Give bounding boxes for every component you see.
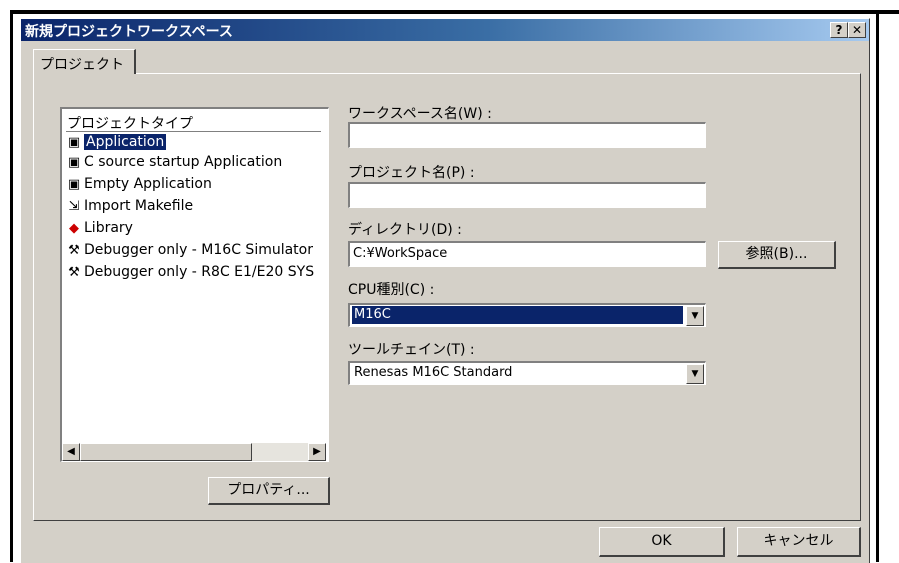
window-title: 新規プロジェクトワークスペース xyxy=(25,24,233,40)
list-item-label: C source startup Application xyxy=(84,154,283,170)
outer-frame-right xyxy=(876,10,879,562)
project-type-header: プロジェクトタイプ xyxy=(67,116,193,132)
application-icon: ▣ xyxy=(67,177,81,192)
scroll-left-icon[interactable]: ◀ xyxy=(62,443,80,461)
list-item-label: Empty Application xyxy=(84,176,212,192)
list-item-import-makefile[interactable]: ⇲ Import Makefile xyxy=(66,197,326,216)
tab-project[interactable]: プロジェクト xyxy=(33,49,136,74)
help-button[interactable]: ? xyxy=(830,22,848,38)
list-item-label: Debugger only - R8C E1/E20 SYS xyxy=(84,264,315,280)
chevron-down-icon[interactable]: ▼ xyxy=(686,364,704,384)
list-item-label: Debugger only - M16C Simulator xyxy=(84,242,313,258)
list-item-library[interactable]: ◆ Library xyxy=(66,219,326,238)
import-icon: ⇲ xyxy=(68,199,80,214)
scroll-right-icon[interactable]: ▶ xyxy=(308,443,326,461)
project-name-label: プロジェクト名(P) : xyxy=(348,165,475,181)
directory-input[interactable]: C:¥WorkSpace xyxy=(348,241,706,267)
list-item-debugger-r8c-e1-e20[interactable]: ⚒ Debugger only - R8C E1/E20 SYS xyxy=(66,263,326,282)
close-button[interactable]: ✕ xyxy=(848,22,866,38)
list-item-label: Application xyxy=(84,134,167,150)
list-item-debugger-m16c-simulator[interactable]: ⚒ Debugger only - M16C Simulator xyxy=(66,241,326,260)
horizontal-scrollbar[interactable]: ◀ ▶ xyxy=(62,443,326,461)
library-icon: ◆ xyxy=(69,221,79,236)
directory-label: ディレクトリ(D) : xyxy=(348,222,462,238)
cancel-button[interactable]: キャンセル xyxy=(737,527,861,557)
workspace-name-label: ワークスペース名(W) : xyxy=(348,106,492,122)
toolchain-value: Renesas M16C Standard xyxy=(354,365,513,380)
project-name-input[interactable] xyxy=(348,182,706,208)
list-item-label: Import Makefile xyxy=(84,198,194,214)
list-item-application[interactable]: ▣ Application xyxy=(66,133,326,152)
new-project-workspace-dialog: 新規プロジェクトワークスペース ? ✕ プロジェクト プロジェクトタイプ ▣ Ap… xyxy=(20,18,870,563)
list-item-label: Library xyxy=(84,220,133,236)
properties-button[interactable]: プロパティ... xyxy=(208,477,330,505)
outer-frame-top xyxy=(10,10,899,14)
chevron-down-icon[interactable]: ▼ xyxy=(686,306,704,326)
toolchain-select[interactable]: Renesas M16C Standard ▼ xyxy=(348,361,706,385)
header-divider xyxy=(66,131,321,132)
cpu-type-label: CPU種別(C) : xyxy=(348,282,435,298)
title-bar: 新規プロジェクトワークスペース ? ✕ xyxy=(21,19,869,41)
ok-button[interactable]: OK xyxy=(599,527,725,557)
application-icon: ▣ xyxy=(67,135,81,150)
debugger-icon: ⚒ xyxy=(68,243,80,258)
application-icon: ▣ xyxy=(67,155,81,170)
cpu-type-select[interactable]: M16C ▼ xyxy=(348,303,706,327)
debugger-icon: ⚒ xyxy=(68,265,80,280)
scroll-thumb[interactable] xyxy=(80,443,252,461)
tab-project-label: プロジェクト xyxy=(40,57,124,73)
list-item-empty-application[interactable]: ▣ Empty Application xyxy=(66,175,326,194)
browse-button[interactable]: 参照(B)... xyxy=(718,241,836,269)
outer-frame-left xyxy=(10,10,13,562)
toolchain-label: ツールチェイン(T) : xyxy=(348,342,475,358)
list-item-c-source-startup[interactable]: ▣ C source startup Application xyxy=(66,153,326,172)
workspace-name-input[interactable] xyxy=(348,122,706,148)
cpu-type-value: M16C xyxy=(352,306,683,324)
project-type-list[interactable]: プロジェクトタイプ ▣ Application ▣ C source startup… xyxy=(60,107,329,462)
